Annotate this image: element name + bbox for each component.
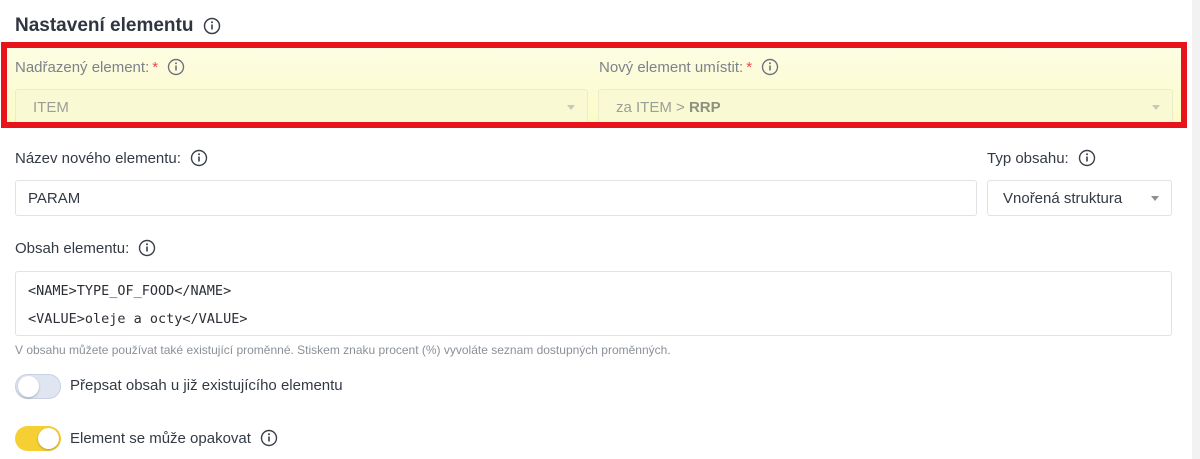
info-icon[interactable] — [167, 58, 185, 76]
overwrite-toggle[interactable] — [15, 374, 61, 399]
element-content-editor[interactable]: <NAME>TYPE_OF_FOOD</NAME> <VALUE>oleje a… — [15, 271, 1172, 336]
placement-label: Nový element umístit: — [599, 58, 744, 76]
content-type-label-row: Typ obsahu: — [987, 149, 1096, 167]
info-icon[interactable] — [260, 429, 278, 447]
chevron-down-icon — [1152, 105, 1160, 110]
placement-label-row: Nový element umístit: * — [599, 58, 779, 76]
content-type-label: Typ obsahu: — [987, 149, 1069, 167]
chevron-down-icon — [1151, 196, 1159, 201]
chevron-down-icon — [567, 105, 575, 110]
info-icon[interactable] — [138, 239, 156, 257]
parent-element-value: ITEM — [33, 98, 69, 116]
info-icon[interactable] — [190, 149, 208, 167]
toggle-knob — [18, 376, 39, 397]
parent-element-select[interactable]: ITEM — [15, 89, 588, 125]
repeat-toggle-label: Element se může opakovat — [70, 429, 251, 447]
toggle-knob — [38, 428, 59, 449]
required-mark: * — [746, 58, 753, 76]
editor-line: <NAME>TYPE_OF_FOOD</NAME> — [28, 283, 232, 299]
parent-element-label: Nadřazený element: — [15, 58, 150, 76]
info-icon[interactable] — [1078, 149, 1096, 167]
info-icon[interactable] — [761, 58, 779, 76]
placement-value-strong: RRP — [688, 98, 721, 116]
info-icon[interactable] — [203, 17, 221, 35]
parent-element-label-row: Nadřazený element: * — [15, 58, 185, 76]
overwrite-toggle-label: Přepsat obsah u již existujícího element… — [70, 377, 343, 394]
new-element-name-label: Název nového elementu: — [15, 149, 181, 167]
scrollbar-track[interactable] — [1192, 0, 1200, 459]
element-content-label-row: Obsah elementu: — [15, 239, 156, 257]
element-content-label: Obsah elementu: — [15, 239, 130, 257]
content-type-select[interactable]: Vnořená struktura — [987, 180, 1172, 216]
element-content-hint: V obsahu můžete používat také existující… — [15, 343, 671, 357]
new-element-name-input[interactable]: PARAM — [15, 180, 977, 216]
required-mark: * — [152, 58, 159, 76]
new-element-name-label-row: Název nového elementu: — [15, 149, 208, 167]
content-type-value: Vnořená struktura — [1003, 189, 1123, 207]
repeat-toggle-label-row: Element se může opakovat — [70, 429, 278, 447]
section-title: Nastavení elementu — [15, 15, 194, 36]
placement-value: za ITEM > RRP — [616, 98, 721, 116]
editor-line: <VALUE>oleje a octy</VALUE> — [28, 311, 248, 327]
section-header: Nastavení elementu — [15, 15, 221, 37]
repeat-toggle[interactable] — [15, 426, 61, 451]
placement-select[interactable]: za ITEM > RRP — [598, 89, 1173, 125]
new-element-name-value: PARAM — [28, 189, 81, 207]
